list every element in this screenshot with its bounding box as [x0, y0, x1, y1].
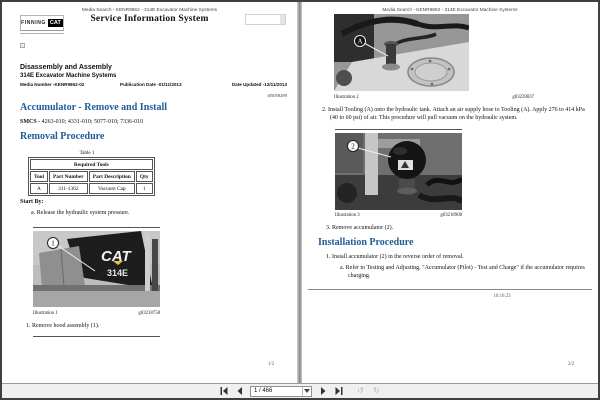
callout-2: 2 [351, 143, 355, 151]
table-title: Required Tools [30, 159, 153, 170]
col-header-qty: Qty [136, 171, 153, 182]
table-caption: Table 1 [28, 151, 146, 156]
media-search-breadcrumb: Media Search - KENR9862 - 314E Excavator… [2, 8, 297, 13]
section-title: Accumulator - Remove and Install [20, 102, 167, 113]
rotate-counterclockwise-button[interactable]: ↺ [355, 386, 366, 397]
timestamp: 10:16:23 [472, 294, 532, 299]
illustration-1-caption: Illustration 1 g03218758 [33, 311, 160, 316]
rule-above-illustration-1 [33, 227, 160, 228]
previous-page-icon [235, 386, 245, 396]
illustration-2-photo: A [334, 14, 469, 91]
publication-date: Publication Date -01/11/2013 [120, 82, 182, 87]
last-page-icon [334, 386, 344, 396]
finning-cat-logo: FINNING CAT [20, 15, 64, 31]
page-indicator-right: 2/2 [568, 362, 574, 367]
logo-divider [20, 33, 64, 34]
cat-logo-text: CAT [48, 19, 63, 27]
form-field-placeholder [245, 14, 286, 25]
next-page-button[interactable] [317, 386, 328, 397]
illustration-2-label: Illustration 2 [334, 95, 359, 100]
illustration-1-label: Illustration 1 [33, 311, 58, 316]
media-search-breadcrumb-right: Media Search - KENR9862 - 314E Excavator… [302, 8, 598, 13]
callout-a: A [357, 38, 362, 46]
illustration-3-figure-id: g03218908 [440, 213, 462, 218]
cell-tool: A [30, 183, 48, 194]
doc-subtitle: 314E Excavator Machine Systems [20, 73, 116, 79]
install-step-1a: a. Refer to Testing and Adjusting, "Accu… [340, 265, 586, 281]
previous-page-button[interactable] [234, 386, 245, 397]
table-row: A 311-1362 Vacuum Cap 1 [30, 183, 153, 194]
install-step-1: 1. Install accumulator (2) in the revers… [326, 254, 464, 262]
removal-heading: Removal Procedure [20, 131, 104, 142]
footer-rule [308, 289, 592, 290]
illustration-1-photo: CAT 314E 1 [33, 231, 160, 307]
photo-model-label: 314E [107, 268, 128, 278]
chevron-down-icon [304, 389, 310, 393]
illustration-2-caption: Illustration 2 g03239037 [334, 95, 534, 100]
broken-image-icon: × [20, 43, 25, 48]
finning-logo-text: FINNING [21, 20, 46, 26]
rule-above-illustration-3 [335, 129, 462, 130]
page-dropdown-button[interactable] [302, 387, 311, 396]
cell-qty: 1 [136, 183, 153, 194]
rule-below-step-1 [33, 336, 160, 337]
illustration-3-photo: 2 [335, 133, 462, 210]
page-indicator-left: 1/2 [268, 362, 274, 367]
smcs-label: SMCS - [20, 119, 40, 125]
cell-part-number: 311-1362 [49, 183, 88, 194]
illustration-1-figure-id: g03218758 [138, 311, 160, 316]
date-updated: Date Updated -12/11/2013 [232, 82, 287, 87]
smcs-line: SMCS - 4263-010; 4331-010; 5077-010; 733… [20, 119, 143, 127]
doc-title: Disassembly and Assembly [20, 64, 112, 71]
smcs-codes: 4263-010; 4331-010; 5077-010; 7336-010 [42, 119, 144, 125]
col-header-part-number: Part Number [49, 171, 88, 182]
illustration-3-label: Illustration 3 [335, 213, 360, 218]
page-number-value: 1 / 466 [254, 388, 302, 394]
illustration-3-caption: Illustration 3 g03218908 [335, 213, 462, 218]
start-by-label: Start By: [20, 199, 44, 207]
first-page-icon [219, 386, 229, 396]
cell-part-description: Vacuum Cap [89, 183, 135, 194]
step-1: 1. Remove hood assembly (1). [26, 323, 99, 331]
media-number: Media Number -KENR9862-02 [20, 82, 84, 87]
first-page-button[interactable] [218, 386, 229, 397]
last-page-button[interactable] [333, 386, 344, 397]
next-page-icon [318, 386, 328, 396]
step-3: 3. Remove accumulator (2). [326, 225, 393, 233]
pdf-navigation-toolbar: 1 / 466 ↺ ↻ [2, 383, 598, 398]
document-page-1: Media Search - KENR9862 - 314E Excavator… [2, 2, 297, 383]
col-header-part-description: Part Description [89, 171, 135, 182]
start-by-item: a. Release the hydraulic system pressure… [31, 210, 129, 218]
callout-1: 1 [51, 240, 55, 248]
sis-viewer-window: Media Search - KENR9862 - 314E Excavator… [0, 0, 600, 400]
installation-heading: Installation Procedure [318, 237, 413, 248]
col-header-tool: Tool [30, 171, 48, 182]
page-number-input[interactable]: 1 / 466 [250, 386, 312, 397]
rotate-clockwise-button[interactable]: ↻ [371, 386, 382, 397]
step-2: 2. Install Tooling (A) onto the hydrauli… [322, 107, 588, 123]
illustration-2-figure-id: g03239037 [512, 95, 534, 100]
doc-id: i05058289 [267, 93, 287, 98]
document-page-2: Media Search - KENR9862 - 314E Excavator… [302, 2, 598, 383]
required-tools-table: Required Tools Tool Part Number Part Des… [28, 157, 155, 196]
